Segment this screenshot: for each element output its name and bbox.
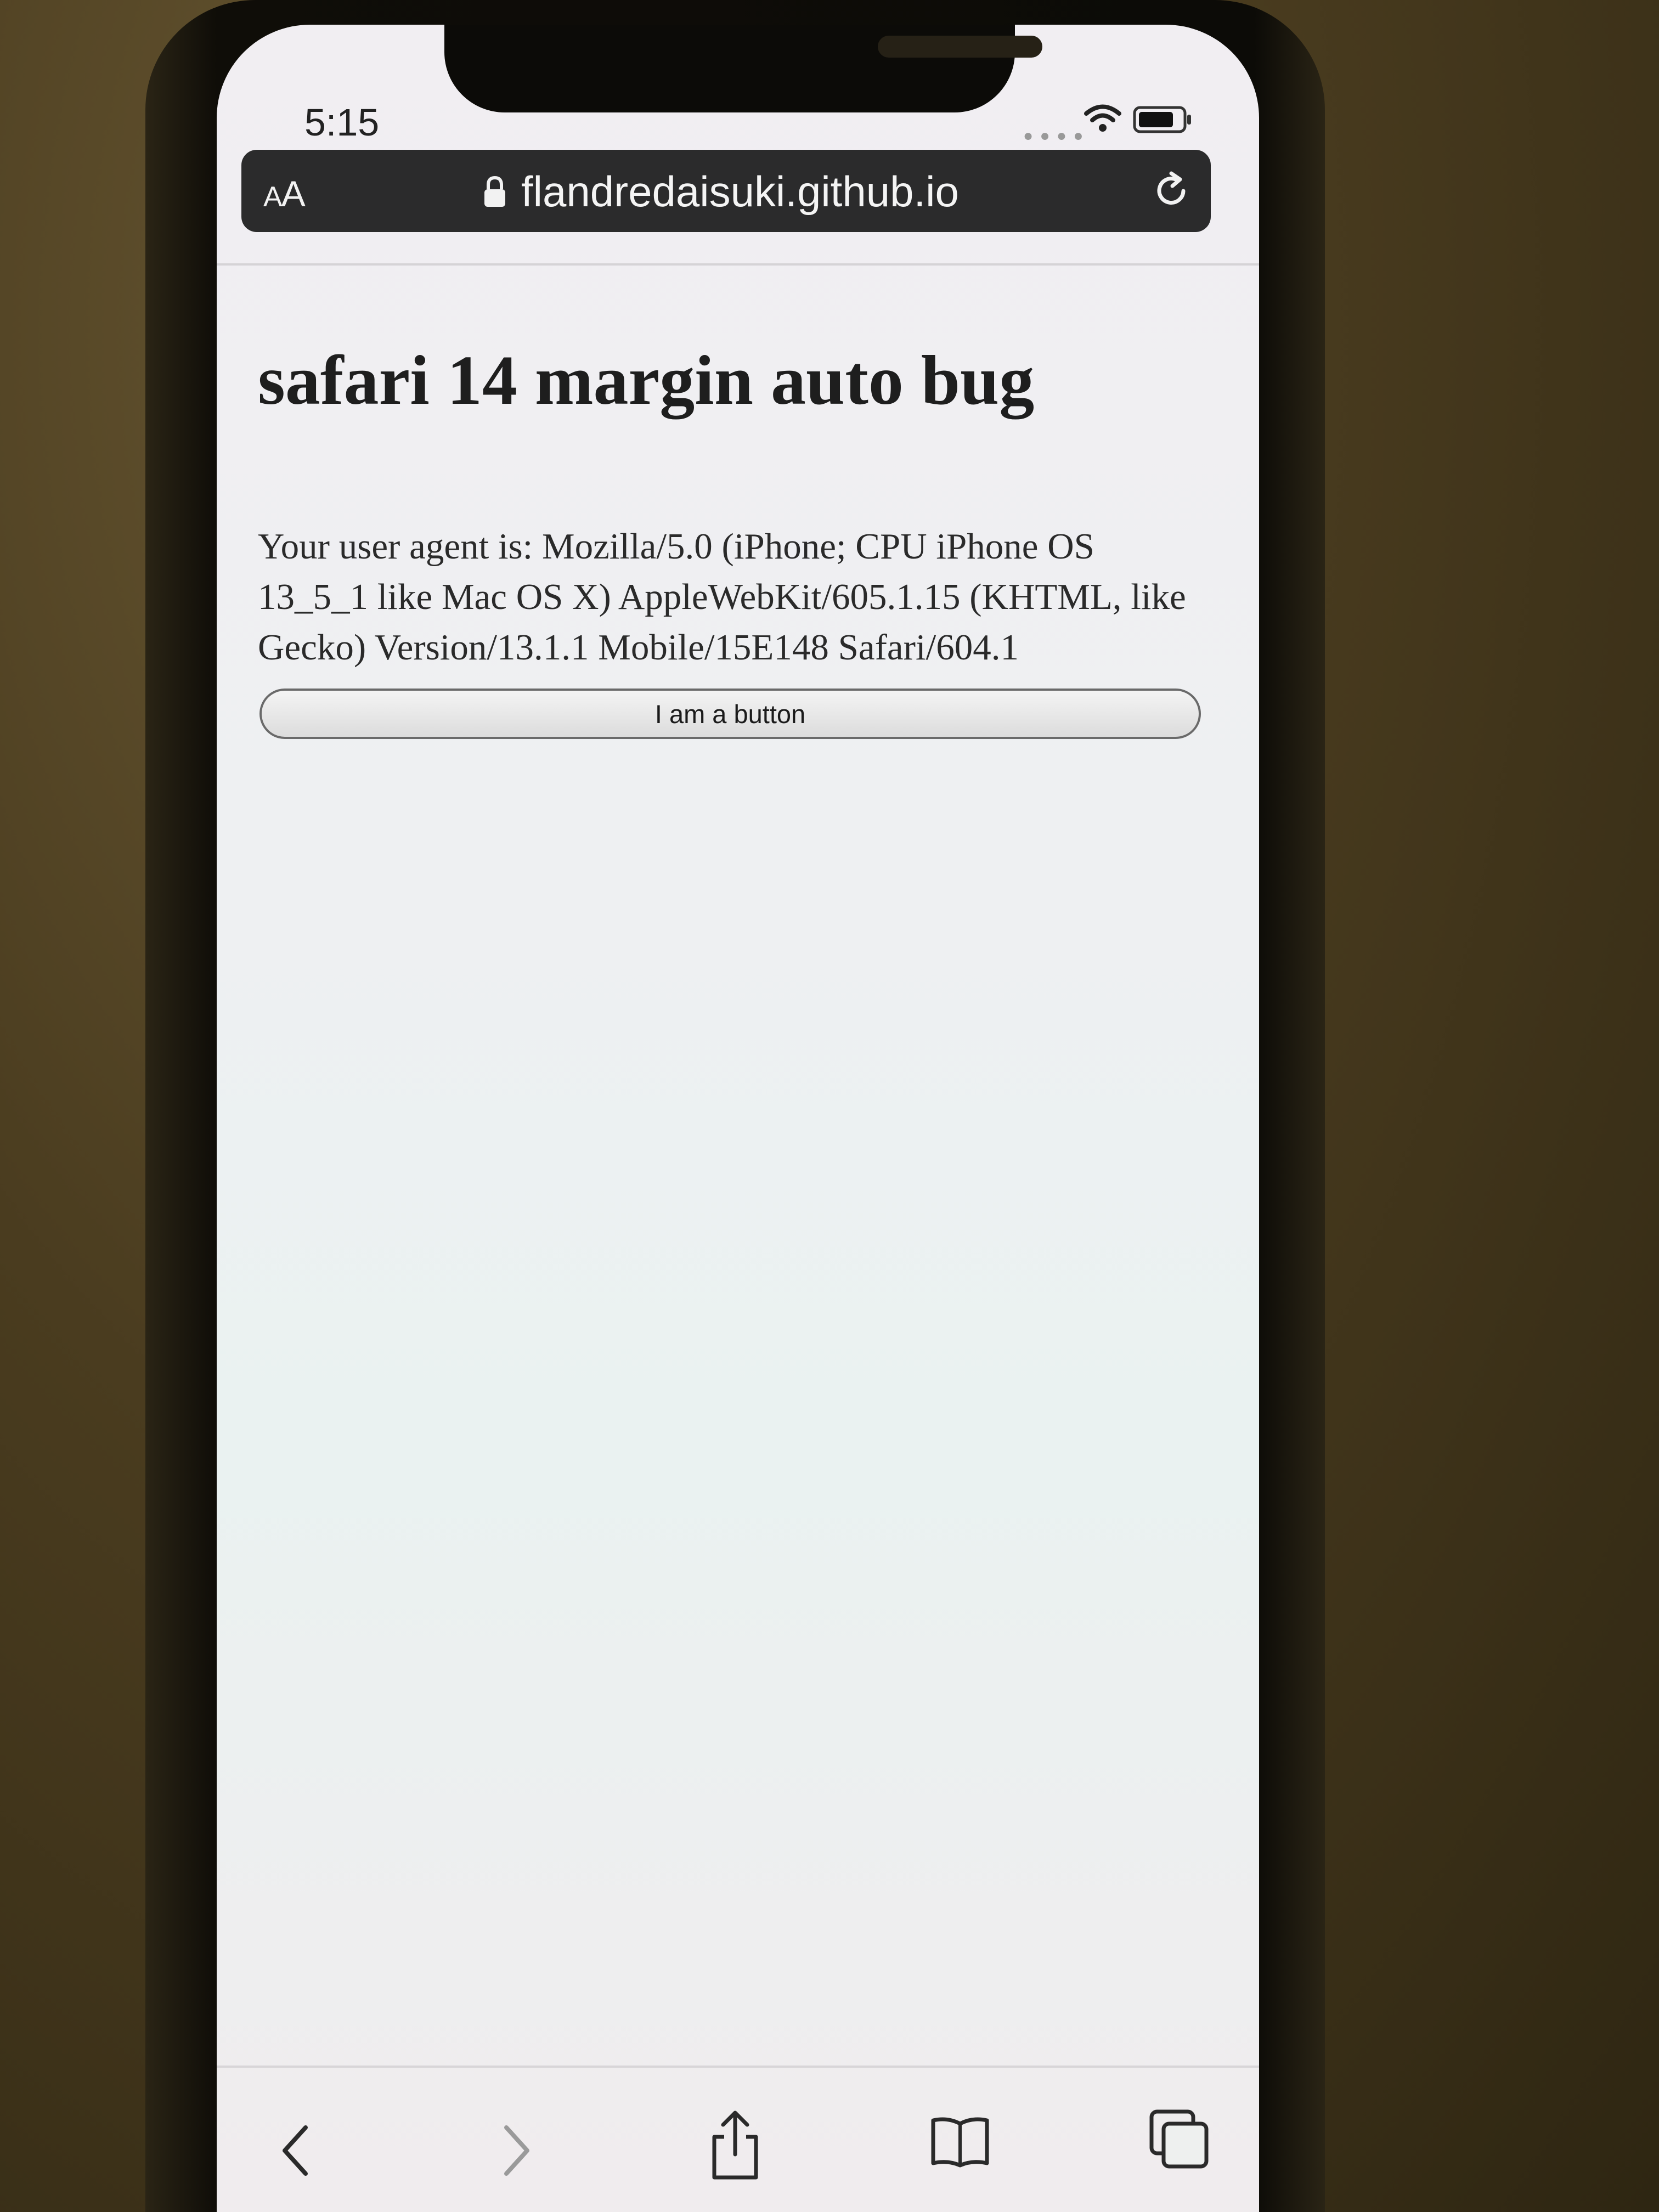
bookmarks-book-icon[interactable] <box>930 2114 990 2169</box>
page-title: safari 14 margin auto bug <box>258 341 1035 419</box>
user-agent-text: Your user agent is: Mozilla/5.0 (iPhone;… <box>258 526 1186 668</box>
toolbar-divider-top <box>217 263 1259 266</box>
status-indicators: ● ● ● ● <box>1023 100 1199 145</box>
toolbar-divider-bottom <box>217 2066 1259 2068</box>
forward-chevron-icon[interactable] <box>496 2123 535 2178</box>
demo-button[interactable]: I am a button <box>259 689 1201 739</box>
status-time: 5:15 <box>304 101 380 144</box>
battery-icon <box>1133 106 1191 133</box>
cellular-signal-icon: ● ● ● ● <box>1023 127 1085 145</box>
url-display[interactable]: flandredaisuki.github.io <box>483 167 959 216</box>
share-icon[interactable] <box>708 2109 763 2181</box>
back-chevron-icon[interactable] <box>277 2123 315 2178</box>
url-text: flandredaisuki.github.io <box>521 167 959 216</box>
bottom-toolbar <box>217 2071 1259 2212</box>
text-size-small-a: A <box>263 181 283 213</box>
lock-icon <box>484 176 505 207</box>
text-size-button[interactable]: AA <box>263 173 306 215</box>
tabs-icon[interactable] <box>1149 2109 1210 2170</box>
earpiece-speaker <box>878 36 1042 58</box>
text-size-large-a: A <box>281 173 306 214</box>
reload-icon[interactable] <box>1149 169 1193 213</box>
wifi-icon <box>1084 104 1121 132</box>
address-bar[interactable]: AA flandredaisuki.github.io <box>241 150 1211 232</box>
phone-screen: 5:15 ● ● ● ● AA flandredaisuki.github.io <box>217 25 1259 2212</box>
notch <box>444 25 1042 112</box>
